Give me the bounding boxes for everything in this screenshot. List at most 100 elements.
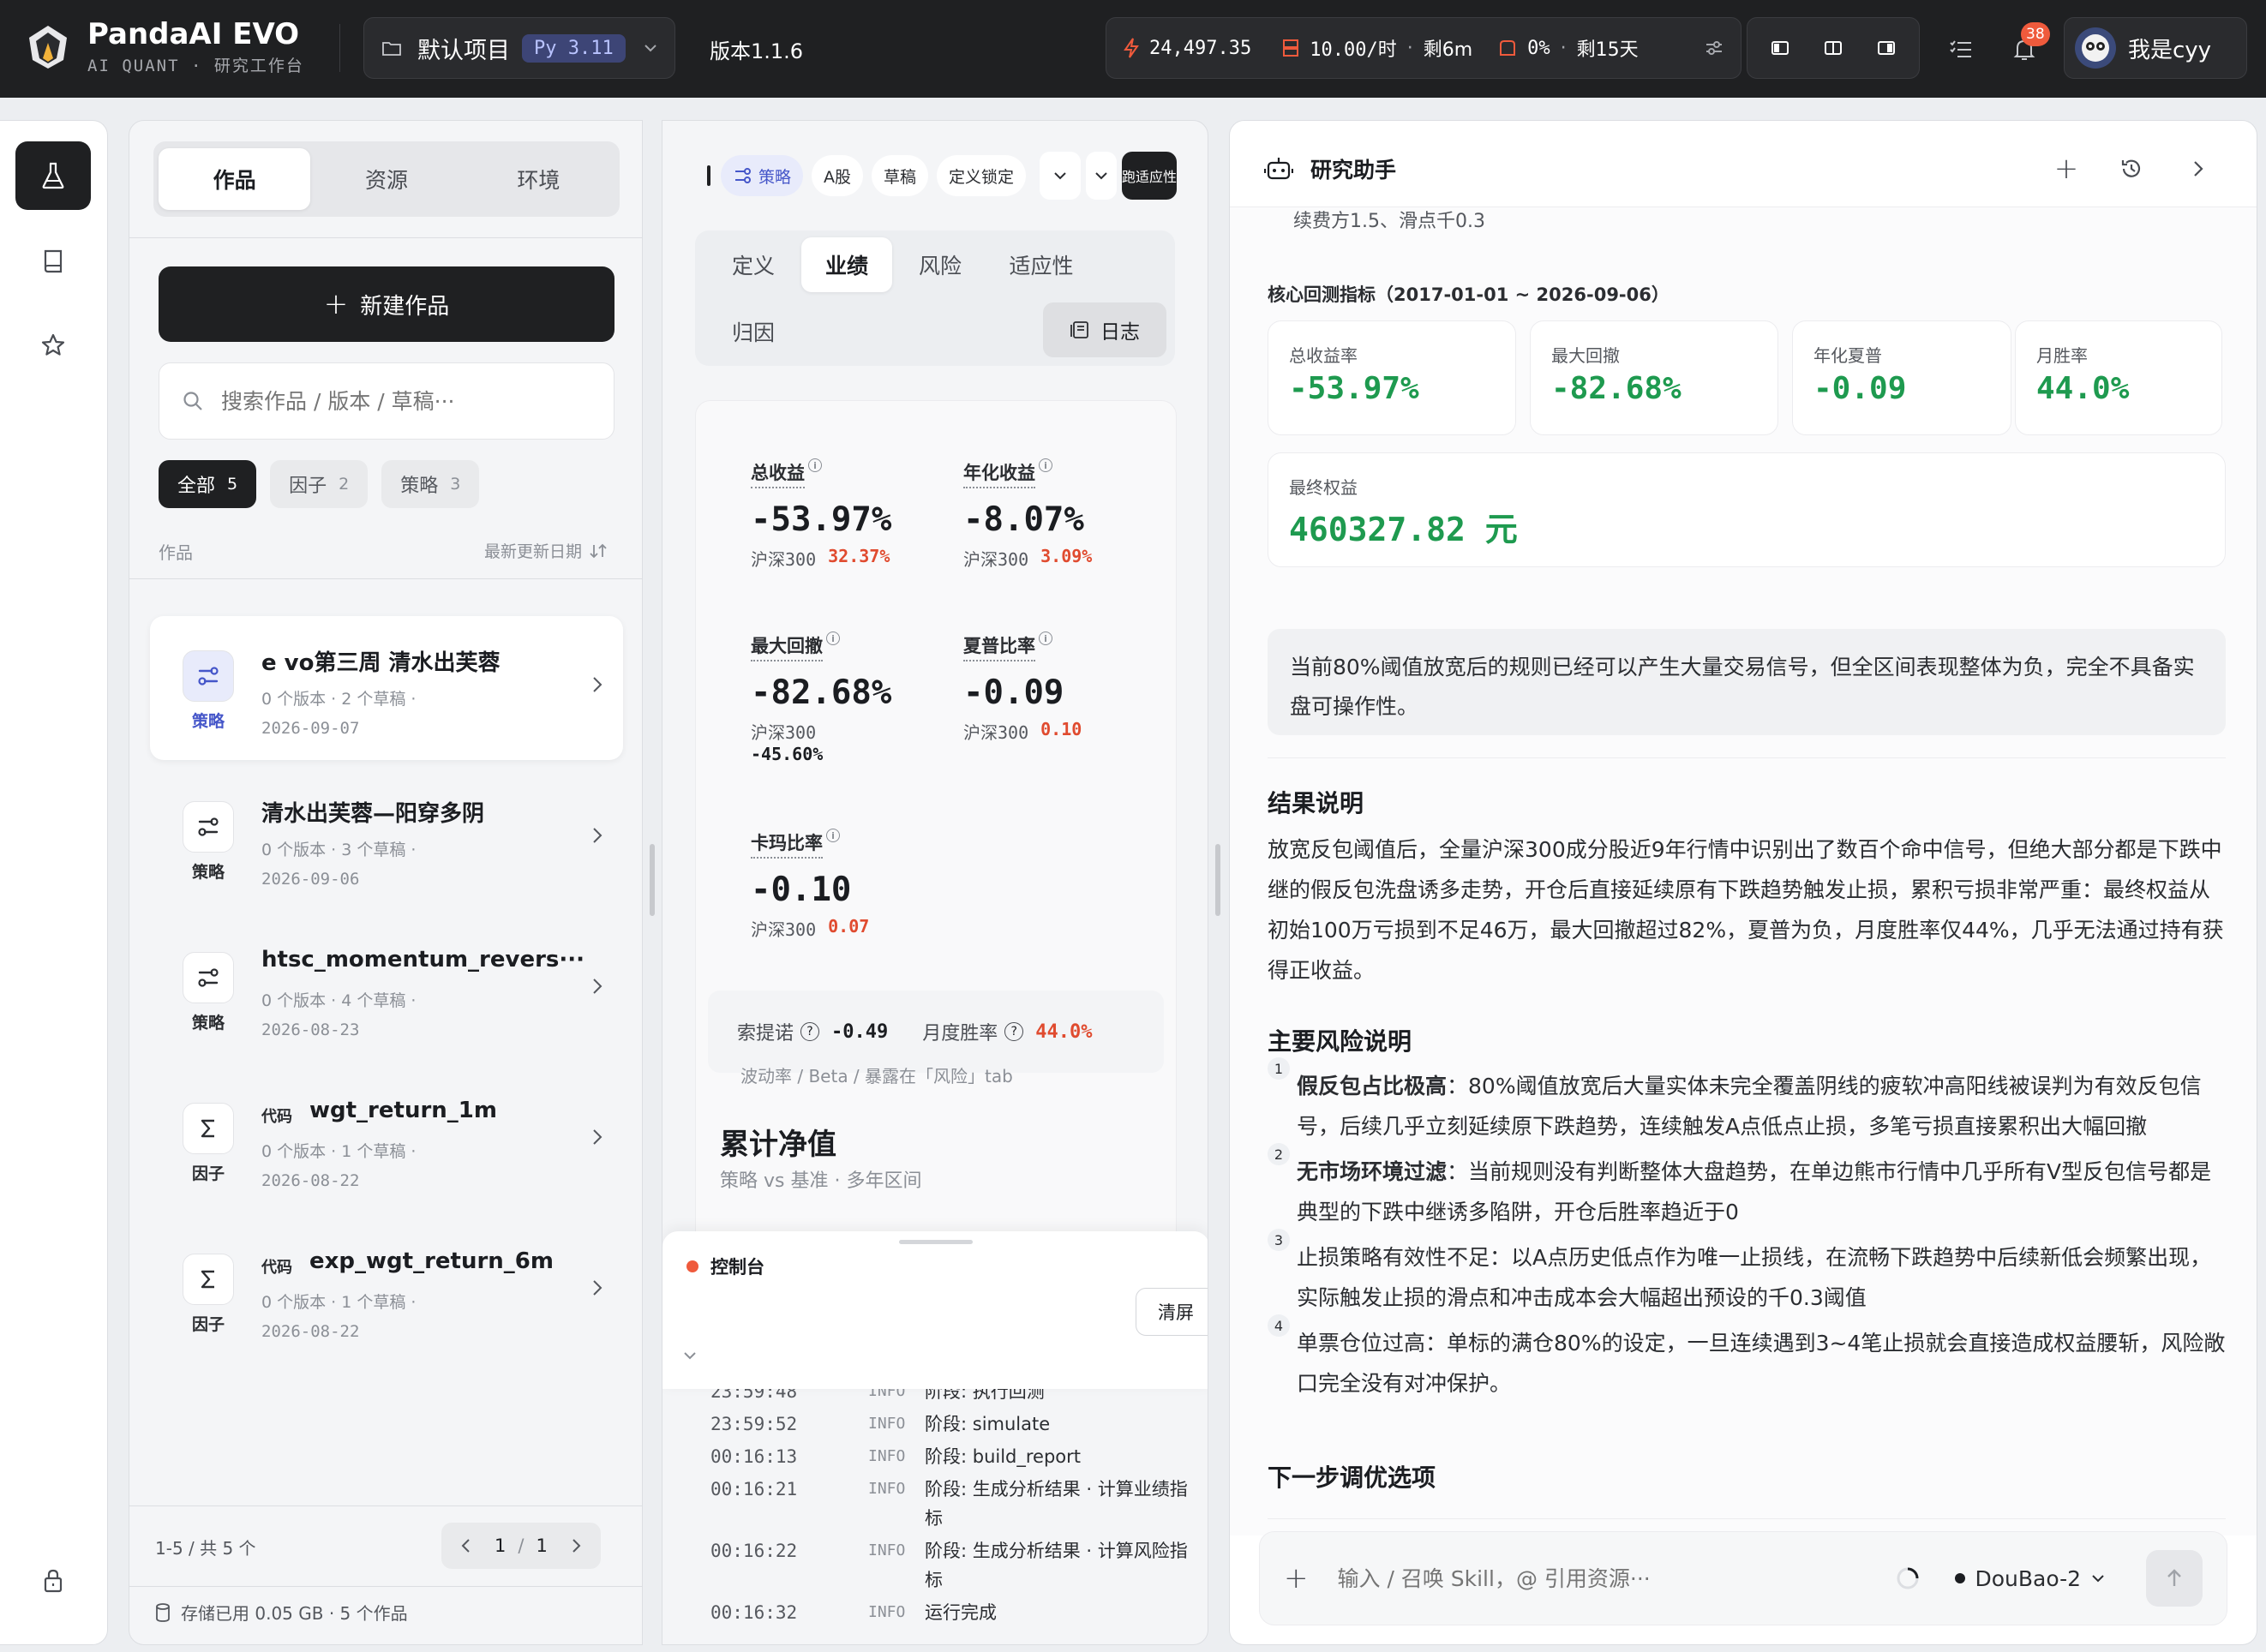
- run-adaptivity-button[interactable]: 跑适应性: [1122, 152, 1178, 200]
- server-icon: [1282, 39, 1299, 57]
- tag-draft: 草稿: [872, 155, 929, 196]
- chevron-down-icon[interactable]: [1086, 152, 1118, 200]
- clear-console-button[interactable]: 清屏: [1136, 1288, 1208, 1336]
- splitter-handle[interactable]: [1215, 844, 1220, 916]
- filter-label: 全部: [177, 476, 216, 497]
- console-line: 00:16:22 INFO 阶段: 生成分析结果 · 计算风险指标: [662, 1536, 1208, 1595]
- tab-risk[interactable]: 风险: [899, 237, 981, 292]
- plus-icon[interactable]: +: [1284, 1561, 1309, 1595]
- item-prefix: 代码: [261, 1259, 292, 1277]
- chevron-down-icon[interactable]: [683, 1351, 697, 1360]
- divider: [129, 1586, 642, 1587]
- bolt-icon: [1124, 38, 1139, 58]
- tab-performance[interactable]: 业绩: [801, 237, 892, 292]
- next-page-icon[interactable]: [553, 1523, 601, 1569]
- detail-header: 策略 A股 草稿 定义锁定 跑适应性: [662, 148, 1208, 203]
- log-time: 00:16:22: [710, 1541, 798, 1561]
- new-work-button[interactable]: + 新建作品: [159, 266, 614, 342]
- drag-handle[interactable]: [899, 1240, 973, 1244]
- tab-attribution[interactable]: 归因: [712, 304, 794, 359]
- star-icon[interactable]: [15, 311, 91, 380]
- strategy-icon: [183, 801, 234, 853]
- sigma-icon: [183, 1103, 234, 1154]
- info-icon[interactable]: i: [808, 458, 822, 472]
- log-level: INFO: [868, 1447, 906, 1465]
- prev-page-icon[interactable]: [441, 1523, 489, 1569]
- storage-text: 存储已用 0.05 GB · 5 个作品: [181, 1603, 408, 1624]
- risk-item: 2 无市场环境过滤：当前规则没有判断整体大盘趋势，在单边熊市行情中几乎所有V型反包…: [1268, 1143, 2226, 1232]
- history-icon[interactable]: [2113, 150, 2150, 188]
- layout-right-icon[interactable]: [1867, 29, 1905, 67]
- splitter-handle[interactable]: [650, 844, 655, 916]
- filter-all[interactable]: 全部 5: [159, 460, 257, 508]
- chevron-down-icon: [2091, 1574, 2105, 1583]
- tag-locked: 定义锁定: [937, 155, 1027, 196]
- metric-label: 最大回撤: [751, 632, 823, 661]
- chat-input[interactable]: [1337, 1565, 1852, 1591]
- tag-strategy: 策略: [721, 155, 804, 196]
- divider: [339, 24, 340, 72]
- search-icon: [182, 390, 204, 412]
- tab-definition[interactable]: 定义: [712, 237, 794, 292]
- risk-text: 止损策略有效性不足：以A点历史低点作为唯一止损线，在流畅下跌趋势中后续新低会频繁…: [1297, 1245, 2212, 1310]
- notification-badge: 38: [2021, 22, 2050, 46]
- info-icon[interactable]: i: [1039, 458, 1052, 472]
- chevron-right-icon: [592, 676, 602, 697]
- flask-icon[interactable]: [15, 141, 91, 210]
- avatar: [2075, 27, 2116, 69]
- sort-label: 最新更新日期: [484, 542, 583, 561]
- checklist-icon[interactable]: [1942, 31, 1980, 69]
- help-icon[interactable]: ?: [800, 1022, 820, 1041]
- search-box[interactable]: [159, 362, 614, 440]
- list-item[interactable]: 因子 代码 exp_wgt_return_6m 0 个版本 · 1 个草稿 · 2026…: [150, 1219, 623, 1363]
- sortino-label: 索提诺: [737, 1023, 794, 1044]
- tab-environment[interactable]: 环境: [463, 148, 614, 210]
- log-time: 00:16:32: [710, 1602, 798, 1623]
- user-menu[interactable]: 我是cyy: [2064, 17, 2247, 79]
- item-prefix: 代码: [261, 1108, 292, 1126]
- console-title: 控制台: [710, 1257, 764, 1278]
- project-selector[interactable]: 默认项目 Py 3.11: [363, 17, 675, 79]
- tab-works[interactable]: 作品: [159, 148, 311, 210]
- item-meta: 0 个版本 · 1 个草稿 ·: [261, 1142, 417, 1161]
- list-item[interactable]: 因子 代码 wgt_return_1m 0 个版本 · 1 个草稿 · 2026-08-…: [150, 1068, 623, 1212]
- log-time: 23:59:48: [710, 1389, 798, 1402]
- help-icon[interactable]: ?: [1004, 1022, 1024, 1041]
- log-message: 阶段: 生成分析结果 · 计算风险指标: [925, 1541, 1188, 1590]
- log-button[interactable]: 日志: [1043, 302, 1166, 357]
- send-button[interactable]: [2146, 1550, 2203, 1607]
- model-selector[interactable]: DouBao-2: [1954, 1566, 2106, 1591]
- risk-heading: 主要风险说明: [1268, 1027, 1412, 1056]
- info-icon[interactable]: i: [826, 829, 840, 842]
- metric-card-label: 总收益率: [1289, 345, 1358, 366]
- metric-card: 年化夏普 -0.09: [1792, 320, 2011, 435]
- nav-subtitle: 策略 vs 基准 · 多年区间: [720, 1170, 922, 1192]
- metric-card-value: -0.09: [1813, 371, 1907, 406]
- filter-strategy[interactable]: 策略 3: [381, 460, 480, 508]
- chevron-right-icon: [592, 827, 602, 847]
- tab-adaptivity[interactable]: 适应性: [988, 237, 1094, 292]
- risk-number: 2: [1268, 1143, 1290, 1165]
- lock-icon[interactable]: [15, 1553, 91, 1608]
- list-item[interactable]: 策略 清水出芙蓉—阳穿多阴 0 个版本 · 3 个草稿 · 2026-09-06: [150, 767, 623, 911]
- list-item[interactable]: 策略 htsc_momentum_revers··· 0 个版本 · 4 个草稿 ·…: [150, 918, 623, 1062]
- tab-resources[interactable]: 资源: [310, 148, 462, 210]
- layout-left-icon[interactable]: [1761, 29, 1799, 67]
- sort-control[interactable]: 最新更新日期: [484, 539, 608, 562]
- risk-note: 波动率 / Beta / 暴露在「风险」tab: [740, 1066, 1013, 1086]
- plus-icon[interactable]: +: [2047, 150, 2085, 188]
- chevron-down-icon[interactable]: [1040, 152, 1082, 200]
- info-icon[interactable]: i: [826, 631, 840, 645]
- search-input[interactable]: [221, 388, 581, 414]
- extra-metrics: 索提诺 ? -0.49 月度胜率 ? 44.0%: [708, 991, 1164, 1073]
- book-icon[interactable]: [15, 227, 91, 296]
- log-time: 00:16:21: [710, 1479, 798, 1499]
- metric-card: 总收益率 -53.97%: [1268, 320, 1516, 435]
- layout-split-icon[interactable]: [1814, 29, 1852, 67]
- info-icon[interactable]: i: [1039, 631, 1052, 645]
- list-item[interactable]: 策略 e vo第三周 清水出芙蓉 0 个版本 · 2 个草稿 · 2026-09-07: [150, 616, 623, 760]
- chevron-right-icon[interactable]: [2179, 150, 2217, 188]
- metric-label: 卡玛比率: [751, 829, 823, 859]
- usage-status[interactable]: 24,497.35 10.00/时 · 剩6m 0% · 剩15天: [1106, 17, 1741, 79]
- filter-factor[interactable]: 因子 2: [270, 460, 369, 508]
